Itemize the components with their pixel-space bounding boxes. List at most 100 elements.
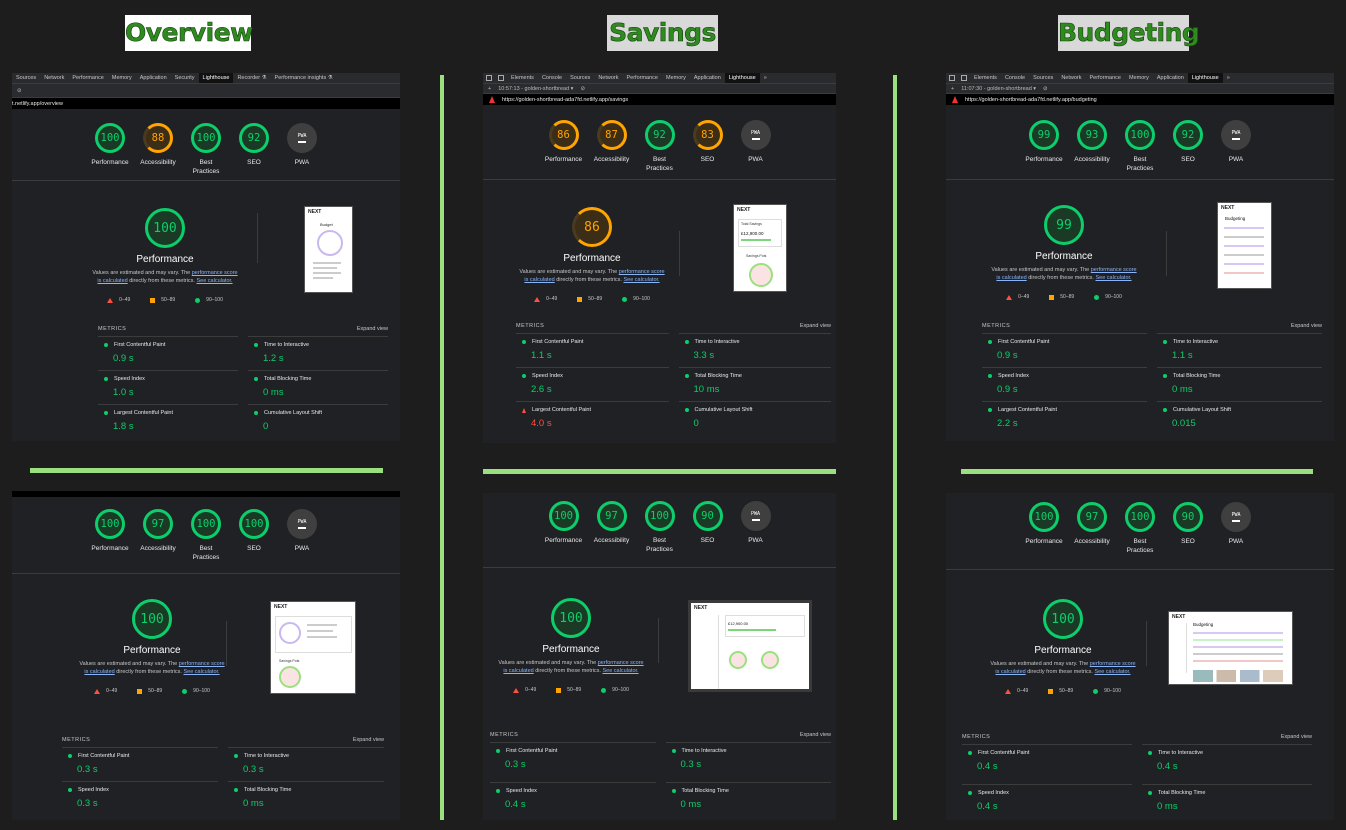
gauge-best-practices[interactable]: 100 Best Practices bbox=[182, 123, 230, 176]
expand-view-button[interactable]: Expand view bbox=[357, 326, 388, 332]
gauge-pwa[interactable]: PWA PWA bbox=[278, 123, 326, 176]
tab-memory[interactable]: Memory bbox=[662, 73, 690, 83]
expand-view-button[interactable]: Expand view bbox=[1291, 323, 1322, 329]
gauge-seo[interactable]: 90 SEO bbox=[1164, 502, 1212, 555]
gauge-accessibility[interactable]: 97 Accessibility bbox=[588, 501, 636, 554]
tab-lighthouse[interactable]: Lighthouse bbox=[1187, 73, 1223, 83]
gauge-best-practices[interactable]: 100 Best Practices bbox=[1116, 502, 1164, 555]
tab-performance-insights[interactable]: Performance insights ⚗ bbox=[271, 73, 337, 83]
gauge-pwa[interactable]: PWA PWA bbox=[732, 501, 780, 554]
gauge-performance[interactable]: 100 Performance bbox=[540, 501, 588, 554]
tab-network[interactable]: Network bbox=[1057, 73, 1085, 83]
tab-console[interactable]: Console bbox=[1001, 73, 1029, 83]
lnk[interactable]: See calculator. bbox=[1095, 275, 1131, 281]
add-report-icon[interactable]: + bbox=[488, 86, 491, 92]
lnk[interactable]: is calculated bbox=[524, 277, 554, 283]
tab-memory[interactable]: Memory bbox=[1125, 73, 1153, 83]
gauge-accessibility[interactable]: 88 Accessibility bbox=[134, 123, 182, 176]
add-report-icon[interactable]: + bbox=[951, 86, 954, 92]
gauge-performance[interactable]: 100 Performance bbox=[86, 123, 134, 176]
gauge-accessibility[interactable]: 93 Accessibility bbox=[1068, 120, 1116, 173]
lnk[interactable]: See calculator. bbox=[183, 669, 219, 675]
tab-sources[interactable]: Sources bbox=[1029, 73, 1057, 83]
tab-memory[interactable]: Memory bbox=[108, 73, 136, 83]
gauge-pwa[interactable]: PWA PWA bbox=[732, 120, 780, 173]
lnk[interactable]: See calculator. bbox=[623, 277, 659, 283]
gauge-accessibility[interactable]: 97 Accessibility bbox=[134, 509, 182, 562]
gauge-best-practices[interactable]: 100 Best Practices bbox=[182, 509, 230, 562]
lnk[interactable]: performance score bbox=[1090, 661, 1136, 667]
device-toolbar-icon[interactable] bbox=[961, 75, 967, 81]
gauge-best-practices[interactable]: 92 Best Practices bbox=[636, 120, 684, 173]
tab-lighthouse[interactable]: Lighthouse bbox=[198, 73, 234, 83]
expand-view-button[interactable]: Expand view bbox=[800, 323, 831, 329]
tab-elements[interactable]: Elements bbox=[507, 73, 538, 83]
lnk[interactable]: See calculator. bbox=[1094, 669, 1130, 675]
gauge-best-practices[interactable]: 100 Best Practices bbox=[1116, 120, 1164, 173]
tab-performance[interactable]: Performance bbox=[622, 73, 662, 83]
ln bbox=[313, 277, 333, 279]
clear-icon[interactable]: ⊘ bbox=[17, 88, 22, 94]
tab-sources[interactable]: Sources bbox=[12, 73, 40, 83]
tab-application[interactable]: Application bbox=[1153, 73, 1188, 83]
gauge-performance[interactable]: 100 Performance bbox=[1020, 502, 1068, 555]
lnk[interactable]: is calculated bbox=[995, 669, 1025, 675]
tab-recorder[interactable]: Recorder ⚗ bbox=[233, 73, 270, 83]
d bbox=[988, 340, 992, 344]
glabel: SEO bbox=[247, 545, 261, 552]
d bbox=[671, 789, 676, 793]
element bbox=[1169, 623, 1187, 673]
expand-view-button[interactable]: Expand view bbox=[353, 737, 384, 743]
tab-network[interactable]: Network bbox=[594, 73, 622, 83]
element: First Contentful Paint bbox=[506, 748, 558, 754]
gauge-performance[interactable]: 86 Performance bbox=[540, 120, 588, 173]
tab-security[interactable]: Security bbox=[171, 73, 199, 83]
device-toolbar-icon[interactable] bbox=[498, 75, 504, 81]
gauge-performance[interactable]: 100 Performance bbox=[86, 509, 134, 562]
lnk[interactable]: performance score bbox=[1091, 267, 1137, 273]
tab-sources[interactable]: Sources bbox=[566, 73, 594, 83]
inspect-icon[interactable] bbox=[949, 75, 955, 81]
mval: 0.3 s bbox=[77, 798, 98, 809]
tab-performance[interactable]: Performance bbox=[68, 73, 108, 83]
gauge-accessibility[interactable]: 87 Accessibility bbox=[588, 120, 636, 173]
gauge-pwa[interactable]: PWA PWA bbox=[1212, 120, 1260, 173]
gauge-best-practices[interactable]: 100 Best Practices bbox=[636, 501, 684, 554]
see-calculator-link[interactable]: See calculator. bbox=[196, 278, 232, 284]
toolbar: +10:57:13 - golden-shortbread ▾ ⊘ bbox=[483, 84, 836, 94]
lnk[interactable]: performance score bbox=[619, 269, 665, 275]
lnk[interactable]: performance score bbox=[179, 661, 225, 667]
clear-icon[interactable]: ⊘ bbox=[580, 86, 585, 92]
tab-console[interactable]: Console bbox=[538, 73, 566, 83]
lnk[interactable]: See calculator. bbox=[602, 668, 638, 674]
tab-application[interactable]: Application bbox=[136, 73, 171, 83]
lnk[interactable]: is calculated bbox=[503, 668, 533, 674]
expand-view-button[interactable]: Expand view bbox=[1281, 734, 1312, 740]
gauge-accessibility[interactable]: 97 Accessibility bbox=[1068, 502, 1116, 555]
gauge-seo[interactable]: 90 SEO bbox=[684, 501, 732, 554]
more-tabs-button[interactable]: » bbox=[1223, 73, 1234, 83]
gauge-pwa[interactable]: PWA PWA bbox=[1212, 502, 1260, 555]
clear-icon[interactable]: ⊘ bbox=[1043, 86, 1048, 92]
tab-application[interactable]: Application bbox=[690, 73, 725, 83]
lnk[interactable]: performance score bbox=[598, 660, 644, 666]
tab-elements[interactable]: Elements bbox=[970, 73, 1001, 83]
tab-performance[interactable]: Performance bbox=[1085, 73, 1125, 83]
more-tabs-button[interactable]: » bbox=[760, 73, 771, 83]
gauge-seo[interactable]: 92 SEO bbox=[230, 123, 278, 176]
gauge-seo[interactable]: 83 SEO bbox=[684, 120, 732, 173]
tab-network[interactable]: Network bbox=[40, 73, 68, 83]
performance-score-link[interactable]: performance score bbox=[192, 270, 238, 276]
gauge-performance[interactable]: 99 Performance bbox=[1020, 120, 1068, 173]
report-selector[interactable]: 11:07:30 - golden-shortbread ▾ bbox=[961, 86, 1036, 92]
gauge-pwa[interactable]: PWA PWA bbox=[278, 509, 326, 562]
lnk[interactable]: is calculated bbox=[97, 278, 127, 284]
gauge-seo[interactable]: 92 SEO bbox=[1164, 120, 1212, 173]
inspect-icon[interactable] bbox=[486, 75, 492, 81]
lnk[interactable]: is calculated bbox=[84, 669, 114, 675]
expand-view-button[interactable]: Expand view bbox=[800, 732, 831, 738]
tab-lighthouse[interactable]: Lighthouse bbox=[724, 73, 760, 83]
lnk[interactable]: is calculated bbox=[996, 275, 1026, 281]
report-selector[interactable]: 10:57:13 - golden-shortbread ▾ bbox=[498, 86, 573, 92]
gauge-seo[interactable]: 100 SEO bbox=[230, 509, 278, 562]
